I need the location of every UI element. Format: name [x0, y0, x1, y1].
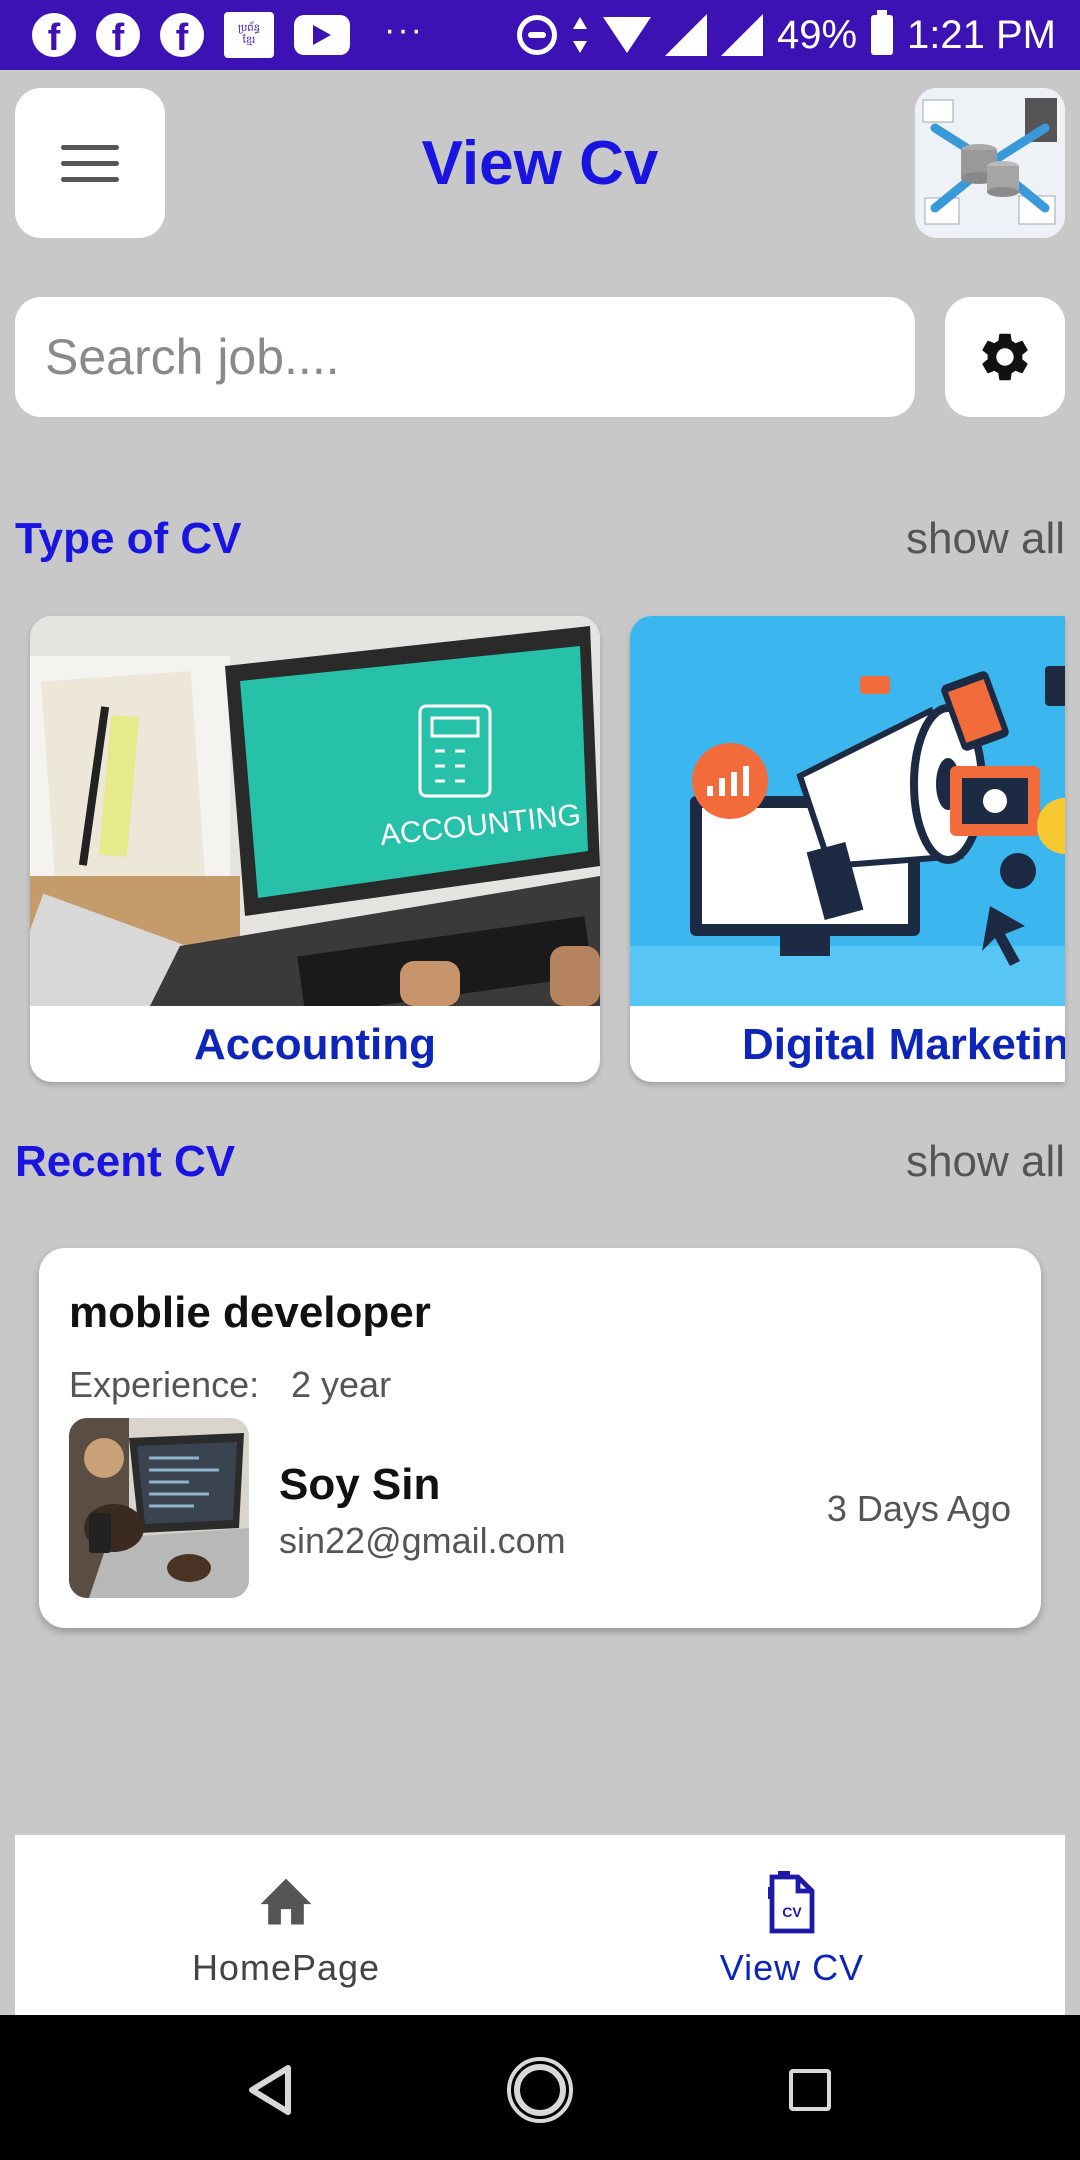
recent-cv-title: Recent CV [15, 1137, 236, 1186]
news-app-icon: ប្រព័ន្ធ ខ្មែរ [224, 12, 274, 58]
digital-marketing-megaphone-image [630, 616, 1065, 1006]
home-circle-icon [507, 2057, 573, 2123]
profile-avatar[interactable] [915, 88, 1065, 238]
nav-label-homepage: HomePage [191, 1947, 381, 1988]
recent-cv-card[interactable]: moblie developer Experience: 2 year Soy … [39, 1248, 1041, 1628]
home-icon [260, 1878, 312, 1925]
news-app-icon-text: ប្រព័ន្ធ [237, 23, 261, 34]
signal-icon [664, 14, 707, 56]
cv-candidate-email: sin22@gmail.com [279, 1520, 566, 1561]
back-button[interactable] [230, 2050, 310, 2130]
do-not-disturb-icon [516, 15, 557, 55]
nav-label-view-cv: View CV [719, 1947, 865, 1988]
category-card-digital-marketing[interactable]: Digital Marketing [630, 616, 1065, 1082]
cv-posted-time: 3 Days Ago [826, 1488, 1011, 1529]
type-of-cv-title: Type of CV [15, 514, 242, 563]
back-icon [249, 2065, 291, 2115]
candidate-laptop-image [69, 1418, 249, 1598]
youtube-icon [294, 15, 350, 55]
facebook-icon: f [96, 13, 140, 57]
cv-document-icon: CV [768, 1871, 815, 1934]
cv-experience-value: 2 year [291, 1364, 392, 1405]
battery-percentage: 49% [776, 12, 858, 57]
nav-item-view-cv[interactable]: CV View CV [592, 1835, 992, 2015]
wifi-icon [602, 17, 651, 53]
facebook-icon: f [32, 13, 76, 57]
search-input[interactable] [15, 297, 915, 417]
clock: 1:21 PM [907, 12, 1056, 57]
gear-icon [982, 333, 1028, 381]
system-status-icons: 49% 1:21 PM [516, 10, 1056, 60]
status-bar: f f f ប្រព័ន្ធ ខ្មែរ ··· 49% 1:21 PM [0, 0, 1080, 70]
category-label: Accounting [194, 1020, 436, 1069]
data-arrows-icon [572, 17, 587, 53]
profile-avatar-image [915, 88, 1065, 238]
cv-experience-label: Experience: [69, 1364, 260, 1405]
notification-icons: f f f ប្រព័ន្ធ ខ្មែរ ··· [32, 10, 424, 60]
home-system-button[interactable] [500, 2050, 580, 2130]
news-app-icon-text: ខ្មែរ [242, 35, 256, 46]
accounting-laptop-image: ACCOUNTING [30, 616, 600, 1006]
recents-square-icon [789, 2069, 831, 2111]
nav-item-homepage[interactable]: HomePage [86, 1835, 486, 2015]
bottom-navigation: HomePage CV View CV [15, 1835, 1065, 2015]
type-show-all-link[interactable]: show all [906, 514, 1065, 564]
svg-text:CV: CV [782, 1904, 802, 1920]
category-card-accounting[interactable]: ACCOUNTING Accounting [30, 616, 600, 1082]
system-navigation-bar [0, 2015, 1080, 2160]
cv-job-title: moblie developer [69, 1288, 431, 1337]
recent-show-all-link[interactable]: show all [906, 1137, 1065, 1187]
signal-icon [720, 14, 763, 56]
cv-candidate-photo [69, 1418, 249, 1598]
category-label: Digital Marketing [742, 1020, 1065, 1069]
recents-button[interactable] [770, 2050, 850, 2130]
cv-candidate-name: Soy Sin [279, 1460, 441, 1509]
battery-icon [871, 10, 894, 55]
settings-button[interactable] [945, 297, 1065, 417]
more-notifications-icon: ··· [384, 10, 424, 49]
facebook-icon: f [160, 13, 204, 57]
